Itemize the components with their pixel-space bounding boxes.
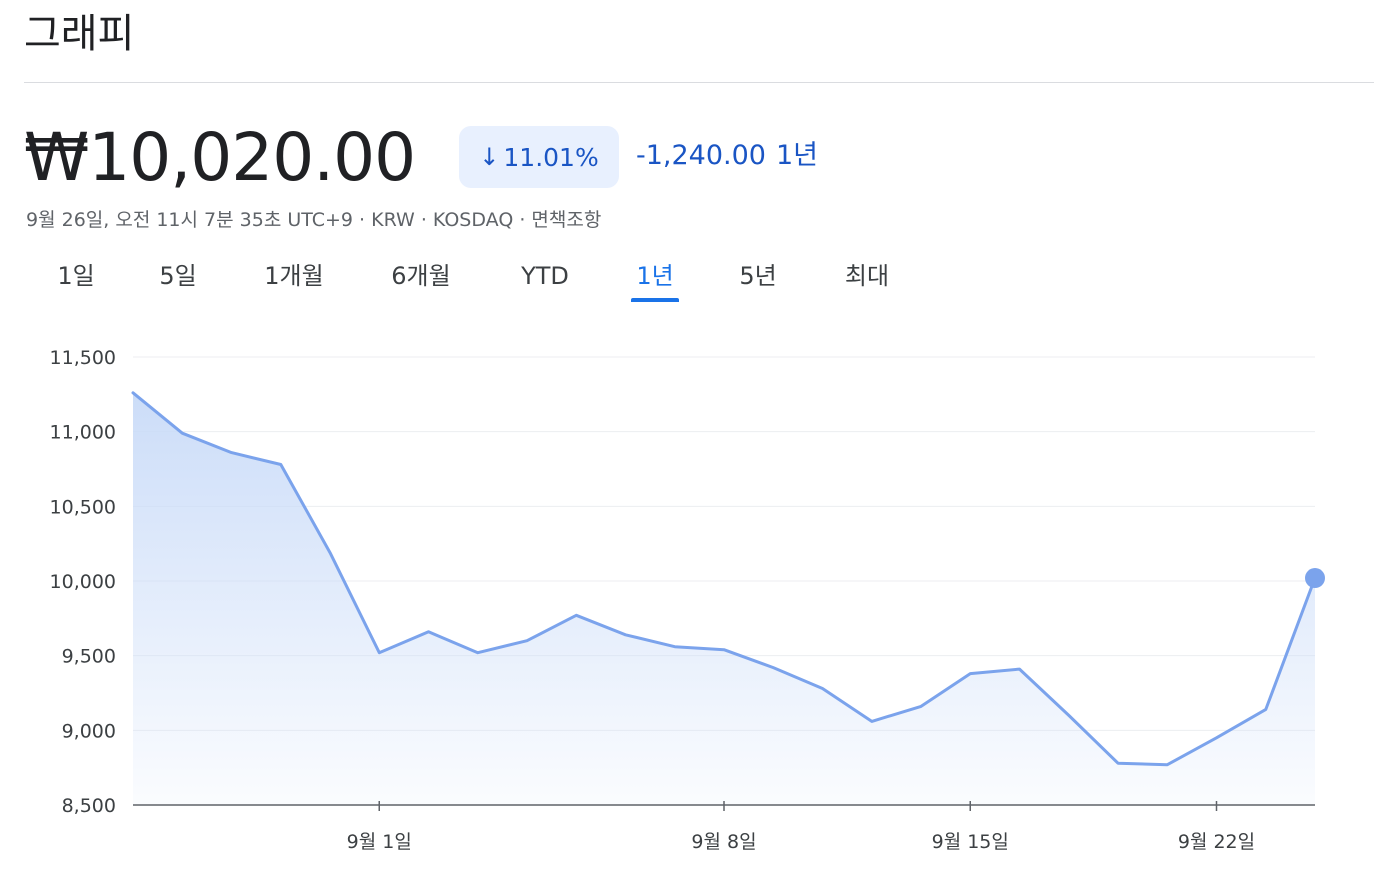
change-amount: -1,240.00: [636, 140, 766, 171]
x-tick-label: 9월 15일: [932, 831, 1009, 853]
tab-1d[interactable]: 1일: [46, 256, 106, 300]
tab-5y[interactable]: 5년: [726, 256, 790, 300]
x-tick-label: 9월 1일: [347, 831, 412, 853]
tab-1m[interactable]: 1개월: [254, 256, 334, 300]
y-tick-label: 10,000: [50, 571, 116, 593]
y-tick-label: 11,000: [50, 422, 116, 444]
arrow-down-icon: ↓: [479, 143, 500, 171]
x-tick-label: 9월 8일: [691, 831, 756, 853]
stock-name: 그래피: [24, 11, 135, 57]
tab-5d[interactable]: 5일: [146, 256, 210, 300]
tab-max[interactable]: 최대: [834, 256, 900, 300]
range-tabs: 1일 5일 1개월 6개월 YTD 1년 5년 최대: [0, 256, 1374, 304]
price-chart[interactable]: 11,50011,00010,50010,0009,5009,0008,500 …: [0, 320, 1374, 870]
quote-meta: 9월 26일, 오전 11시 7분 35초 UTC+9 · KRW · KOSD…: [26, 209, 602, 231]
x-tick-label: 9월 22일: [1178, 831, 1255, 853]
y-tick-label: 10,500: [50, 496, 116, 518]
header-divider: [24, 82, 1374, 83]
y-axis-labels: 11,500 11,000 10,500 10,000 9,500 9,000 8,500: [50, 347, 116, 817]
change-period: 1년: [775, 140, 819, 171]
change-absolute: -1,240.00 1년: [636, 136, 818, 176]
y-tick-label: 11,500: [50, 347, 116, 369]
current-price: ₩10,020.00: [24, 119, 416, 196]
y-tick-label: 9,500: [62, 646, 116, 668]
change-percent: 11.01%: [503, 142, 599, 172]
tab-1y[interactable]: 1년: [624, 256, 686, 300]
tab-6m[interactable]: 6개월: [380, 256, 462, 300]
change-percent-badge: ↓ 11.01%: [459, 126, 619, 188]
last-price-marker[interactable]: [1305, 568, 1325, 589]
area-fill: [133, 392, 1315, 805]
y-tick-label: 9,000: [62, 720, 116, 742]
tab-ytd[interactable]: YTD: [510, 256, 580, 300]
y-tick-label: 8,500: [62, 795, 116, 817]
x-axis-ticks: 9월 1일 9월 8일 9월 15일 9월 22일: [347, 801, 1255, 853]
